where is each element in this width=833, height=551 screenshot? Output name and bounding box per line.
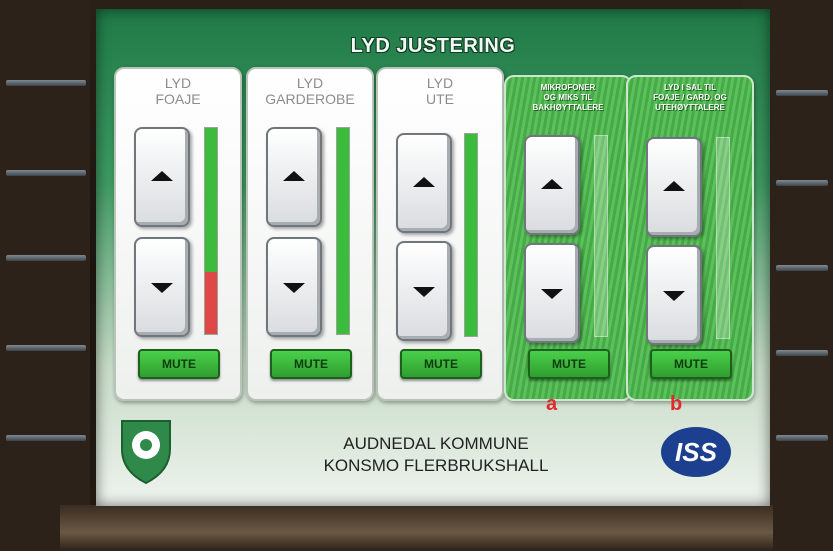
panel-label: LYD FOAJE <box>155 75 201 107</box>
left-softkey-4[interactable] <box>6 345 86 351</box>
meter-fill-red <box>205 272 217 334</box>
volume-up-button[interactable] <box>524 135 580 235</box>
panel-lyd-ute: LYD UTE MUTE <box>376 67 504 401</box>
level-meter <box>204 127 218 335</box>
arrow-down-icon <box>541 289 563 299</box>
volume-down-button[interactable] <box>266 237 322 337</box>
volume-up-button[interactable] <box>266 127 322 227</box>
level-meter <box>464 133 478 337</box>
panel-label: LYD I SAL TIL FOAJE / GARD. OG UTEHØYTTA… <box>653 83 727 112</box>
touch-screen: LYD JUSTERING LYD FOAJE MUTE LYD GARDERO… <box>96 9 770 506</box>
volume-up-button[interactable] <box>646 137 702 237</box>
mute-button[interactable]: MUTE <box>400 349 482 379</box>
iss-logo: ISS <box>661 427 731 477</box>
meter-fill-green <box>337 128 349 334</box>
left-softkey-1[interactable] <box>6 80 86 86</box>
panel-lyd-i-sal: LYD I SAL TIL FOAJE / GARD. OG UTEHØYTTA… <box>626 75 754 401</box>
level-meter <box>594 135 608 337</box>
mute-button[interactable]: MUTE <box>650 349 732 379</box>
arrow-up-icon <box>413 177 435 187</box>
device-bottom-lip <box>60 505 773 551</box>
arrow-down-icon <box>413 287 435 297</box>
arrow-up-icon <box>283 171 305 181</box>
panel-label: LYD UTE <box>426 75 454 107</box>
panel-lyd-garderobe: LYD GARDEROBE MUTE <box>246 67 374 401</box>
arrow-up-icon <box>663 181 685 191</box>
volume-down-button[interactable] <box>646 245 702 345</box>
meter-fill-green <box>465 134 477 336</box>
mute-button[interactable]: MUTE <box>270 349 352 379</box>
annotation-marker-a: a <box>546 393 558 415</box>
footer-line-1: AUDNEDAL KOMMUNE <box>343 434 529 453</box>
left-softkey-5[interactable] <box>6 435 86 441</box>
panel-mikrofoner: MIKROFONER OG MIKS TIL BAKHØYTTALERE MUT… <box>504 75 632 401</box>
left-softkey-2[interactable] <box>6 170 86 176</box>
panel-label: MIKROFONER OG MIKS TIL BAKHØYTTALERE <box>532 83 604 112</box>
panel-lyd-foaje: LYD FOAJE MUTE <box>114 67 242 401</box>
left-softkey-3[interactable] <box>6 255 86 261</box>
level-meter <box>716 137 730 339</box>
mute-button[interactable]: MUTE <box>528 349 610 379</box>
arrow-up-icon <box>541 179 563 189</box>
right-softkey-2[interactable] <box>776 180 828 186</box>
volume-down-button[interactable] <box>396 241 452 341</box>
arrow-down-icon <box>283 283 305 293</box>
volume-up-button[interactable] <box>134 127 190 227</box>
level-meter <box>336 127 350 335</box>
annotation-marker-b: b <box>670 393 683 415</box>
volume-up-button[interactable] <box>396 133 452 233</box>
volume-down-button[interactable] <box>524 243 580 343</box>
volume-down-button[interactable] <box>134 237 190 337</box>
right-softkey-5[interactable] <box>776 435 828 441</box>
right-softkey-4[interactable] <box>776 350 828 356</box>
footer-line-2: KONSMO FLERBRUKSHALL <box>323 456 549 475</box>
arrow-up-icon <box>151 171 173 181</box>
right-softkey-3[interactable] <box>776 265 828 271</box>
municipal-crest-icon <box>121 420 171 485</box>
screen-title: LYD JUSTERING <box>350 35 516 57</box>
panel-label: LYD GARDEROBE <box>265 75 355 107</box>
mute-button[interactable]: MUTE <box>138 349 220 379</box>
arrow-down-icon <box>151 283 173 293</box>
right-softkey-1[interactable] <box>776 90 828 96</box>
arrow-down-icon <box>663 291 685 301</box>
